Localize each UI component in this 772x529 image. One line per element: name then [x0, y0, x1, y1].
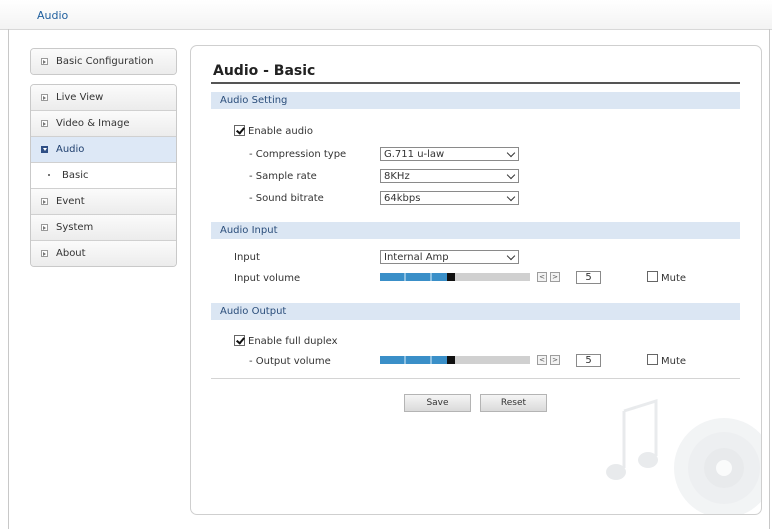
- sidebar-item-label: Event: [56, 196, 85, 207]
- expand-arrow-icon: [41, 250, 48, 257]
- output-volume-label: - Output volume: [249, 356, 331, 367]
- input-volume-slider-thumb[interactable]: [447, 273, 455, 281]
- input-volume-increase-button[interactable]: >: [550, 272, 560, 282]
- compression-type-value: G.711 u-law: [384, 149, 445, 160]
- input-label: Input: [234, 252, 260, 263]
- collapse-arrow-icon: [41, 146, 48, 153]
- enable-audio-label: Enable audio: [248, 126, 313, 137]
- enable-full-duplex-label: Enable full duplex: [248, 336, 338, 347]
- sidebar-item-label: About: [56, 248, 86, 259]
- output-mute-label: Mute: [661, 356, 687, 367]
- chevron-down-icon: [506, 251, 516, 261]
- sound-bitrate-label: - Sound bitrate: [249, 193, 324, 204]
- sidebar-item-label: Audio: [56, 144, 85, 155]
- sidebar-item-video-image[interactable]: Video & Image: [31, 111, 176, 137]
- input-mute-label: Mute: [661, 273, 687, 284]
- enable-audio-checkbox[interactable]: [234, 125, 245, 136]
- input-volume-value[interactable]: 5: [576, 271, 601, 284]
- sidebar-item-label: Video & Image: [56, 118, 130, 129]
- speaker-music-watermark-icon: [606, 398, 761, 514]
- input-source-select[interactable]: Internal Amp: [380, 250, 519, 264]
- output-volume-increase-button[interactable]: >: [550, 355, 560, 365]
- expand-arrow-icon: [41, 224, 48, 231]
- main-panel: Audio - Basic Audio Setting Enable audio…: [190, 45, 762, 515]
- top-bar: Audio: [0, 0, 772, 30]
- section-header-audio-setting: Audio Setting: [211, 92, 740, 109]
- sound-bitrate-value: 64kbps: [384, 193, 421, 204]
- title-divider: [211, 82, 740, 84]
- input-volume-slider-fill: [380, 273, 455, 281]
- sidebar-group-basic: Basic Configuration: [30, 48, 177, 75]
- output-volume-slider[interactable]: [380, 356, 530, 364]
- save-button[interactable]: Save: [404, 394, 471, 412]
- input-volume-label: Input volume: [234, 273, 301, 284]
- page-title: Audio - Basic: [213, 63, 316, 79]
- chevron-down-icon: [506, 148, 516, 158]
- sidebar-item-basic-configuration[interactable]: Basic Configuration: [31, 49, 176, 74]
- sample-rate-label: - Sample rate: [249, 171, 317, 182]
- expand-arrow-icon: [41, 94, 48, 101]
- output-volume-value[interactable]: 5: [576, 354, 601, 367]
- sidebar-item-about[interactable]: About: [31, 241, 176, 266]
- sidebar-item-system[interactable]: System: [31, 215, 176, 241]
- chevron-down-icon: [506, 170, 516, 180]
- sound-bitrate-select[interactable]: 64kbps: [380, 191, 519, 205]
- reset-button[interactable]: Reset: [480, 394, 547, 412]
- input-volume-decrease-button[interactable]: <: [537, 272, 547, 282]
- bullet-icon: [48, 174, 50, 176]
- input-mute-checkbox[interactable]: [647, 271, 658, 282]
- sidebar-item-label: Live View: [56, 92, 104, 103]
- output-mute-checkbox[interactable]: [647, 354, 658, 365]
- output-volume-slider-fill: [380, 356, 455, 364]
- input-volume-slider[interactable]: [380, 273, 530, 281]
- expand-arrow-icon: [41, 198, 48, 205]
- section-header-audio-input: Audio Input: [211, 222, 740, 239]
- sidebar-item-label: System: [56, 222, 94, 233]
- chevron-down-icon: [506, 192, 516, 202]
- sidebar-item-event[interactable]: Event: [31, 189, 176, 215]
- expand-arrow-icon: [41, 120, 48, 127]
- input-source-value: Internal Amp: [384, 252, 449, 263]
- sidebar-item-audio[interactable]: Audio: [31, 137, 176, 163]
- output-volume-decrease-button[interactable]: <: [537, 355, 547, 365]
- sidebar-item-label: Basic Configuration: [56, 56, 154, 67]
- compression-type-label: - Compression type: [249, 149, 347, 160]
- sidebar-item-live-view[interactable]: Live View: [31, 85, 176, 111]
- sidebar-subitem-basic[interactable]: Basic: [31, 163, 176, 189]
- expand-arrow-icon: [41, 58, 48, 65]
- enable-full-duplex-checkbox[interactable]: [234, 335, 245, 346]
- page-header-title: Audio: [37, 9, 69, 22]
- sample-rate-select[interactable]: 8KHz: [380, 169, 519, 183]
- sidebar-item-label: Basic: [62, 170, 89, 181]
- compression-type-select[interactable]: G.711 u-law: [380, 147, 519, 161]
- section-header-audio-output: Audio Output: [211, 303, 740, 320]
- sidebar-group-main: Live View Video & Image Audio Basic Even…: [30, 84, 177, 267]
- form-divider: [211, 378, 740, 379]
- sample-rate-value: 8KHz: [384, 171, 410, 182]
- output-volume-slider-thumb[interactable]: [447, 356, 455, 364]
